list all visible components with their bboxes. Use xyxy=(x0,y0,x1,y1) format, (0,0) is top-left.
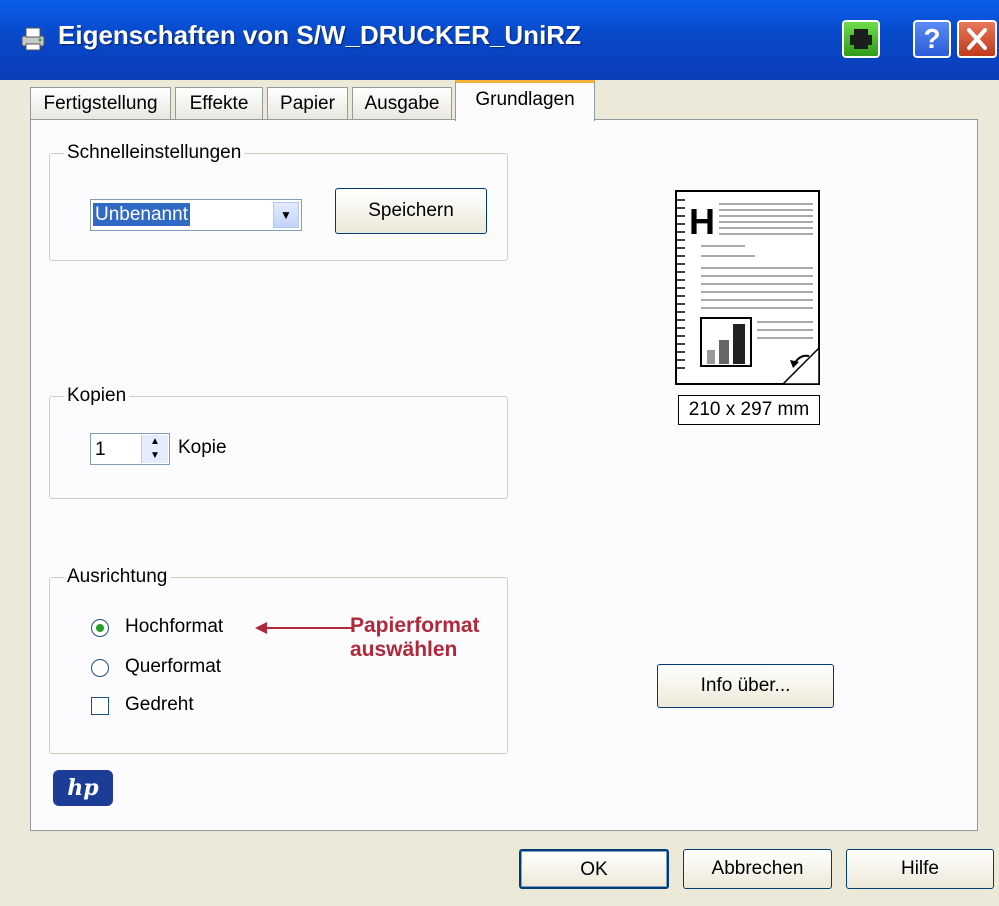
printer-icon xyxy=(21,27,45,51)
save-button[interactable]: Speichern xyxy=(335,188,487,234)
ok-button[interactable]: OK xyxy=(519,849,669,889)
orientation-group: Ausrichtung Hochformat Querformat Gedreh… xyxy=(49,566,508,754)
printer-status-icon xyxy=(850,29,872,49)
portrait-radio[interactable] xyxy=(91,619,109,637)
tab-grundlagen[interactable]: Grundlagen xyxy=(455,80,595,121)
hp-logo: hp xyxy=(53,770,113,806)
printer-status-button[interactable] xyxy=(842,20,880,58)
annotation-line-1: Papierformat xyxy=(350,614,480,637)
paper-size-label: 210 x 297 mm xyxy=(678,395,820,425)
copies-group: Kopien 1 ▲ ▼ Kopie xyxy=(49,385,508,499)
cancel-button[interactable]: Abbrechen xyxy=(683,849,832,889)
copies-value: 1 xyxy=(95,439,106,460)
tab-papier[interactable]: Papier xyxy=(267,87,348,120)
quick-settings-group: Schnelleinstellungen Unbenannt ▼ Speiche… xyxy=(49,142,508,261)
rotated-checkbox[interactable] xyxy=(91,697,109,715)
copies-unit-label: Kopie xyxy=(178,437,227,458)
window-title: Eigenschaften von S/W_DRUCKER_UniRZ xyxy=(58,20,581,50)
svg-text:H: H xyxy=(689,201,715,242)
rotated-label[interactable]: Gedreht xyxy=(125,694,194,716)
close-button[interactable] xyxy=(957,20,997,58)
tab-panel: Schnelleinstellungen Unbenannt ▼ Speiche… xyxy=(30,119,978,831)
page-preview-image: H xyxy=(675,190,820,385)
landscape-label[interactable]: Querformat xyxy=(125,656,221,678)
close-icon xyxy=(967,28,987,50)
hp-logo-text: hp xyxy=(67,775,99,801)
chevron-down-icon[interactable]: ▼ xyxy=(273,202,299,228)
tab-fertigstellung[interactable]: Fertigstellung xyxy=(30,87,171,120)
tab-effekte[interactable]: Effekte xyxy=(175,87,263,120)
title-bar[interactable]: Eigenschaften von S/W_DRUCKER_UniRZ ? xyxy=(0,0,999,80)
orientation-legend: Ausrichtung xyxy=(64,566,171,588)
tab-ausgabe[interactable]: Ausgabe xyxy=(352,87,452,120)
annotation-arrow-icon xyxy=(255,622,352,634)
landscape-radio[interactable] xyxy=(91,659,109,677)
copies-stepper[interactable]: 1 ▲ ▼ xyxy=(90,433,170,465)
annotation-line-2: auswählen xyxy=(350,638,458,661)
annotation-text: Papierformat auswählen xyxy=(350,614,480,662)
help-title-button[interactable]: ? xyxy=(913,20,951,58)
quick-settings-legend: Schnelleinstellungen xyxy=(64,142,245,164)
portrait-label[interactable]: Hochformat xyxy=(125,616,223,638)
info-button[interactable]: Info über... xyxy=(657,664,834,708)
quick-settings-selected: Unbenannt xyxy=(93,203,190,226)
stepper-arrows-icon[interactable]: ▲ ▼ xyxy=(141,435,168,463)
copies-legend: Kopien xyxy=(64,385,130,407)
help-button[interactable]: Hilfe xyxy=(846,849,994,889)
quick-settings-dropdown[interactable]: Unbenannt ▼ xyxy=(90,199,302,231)
